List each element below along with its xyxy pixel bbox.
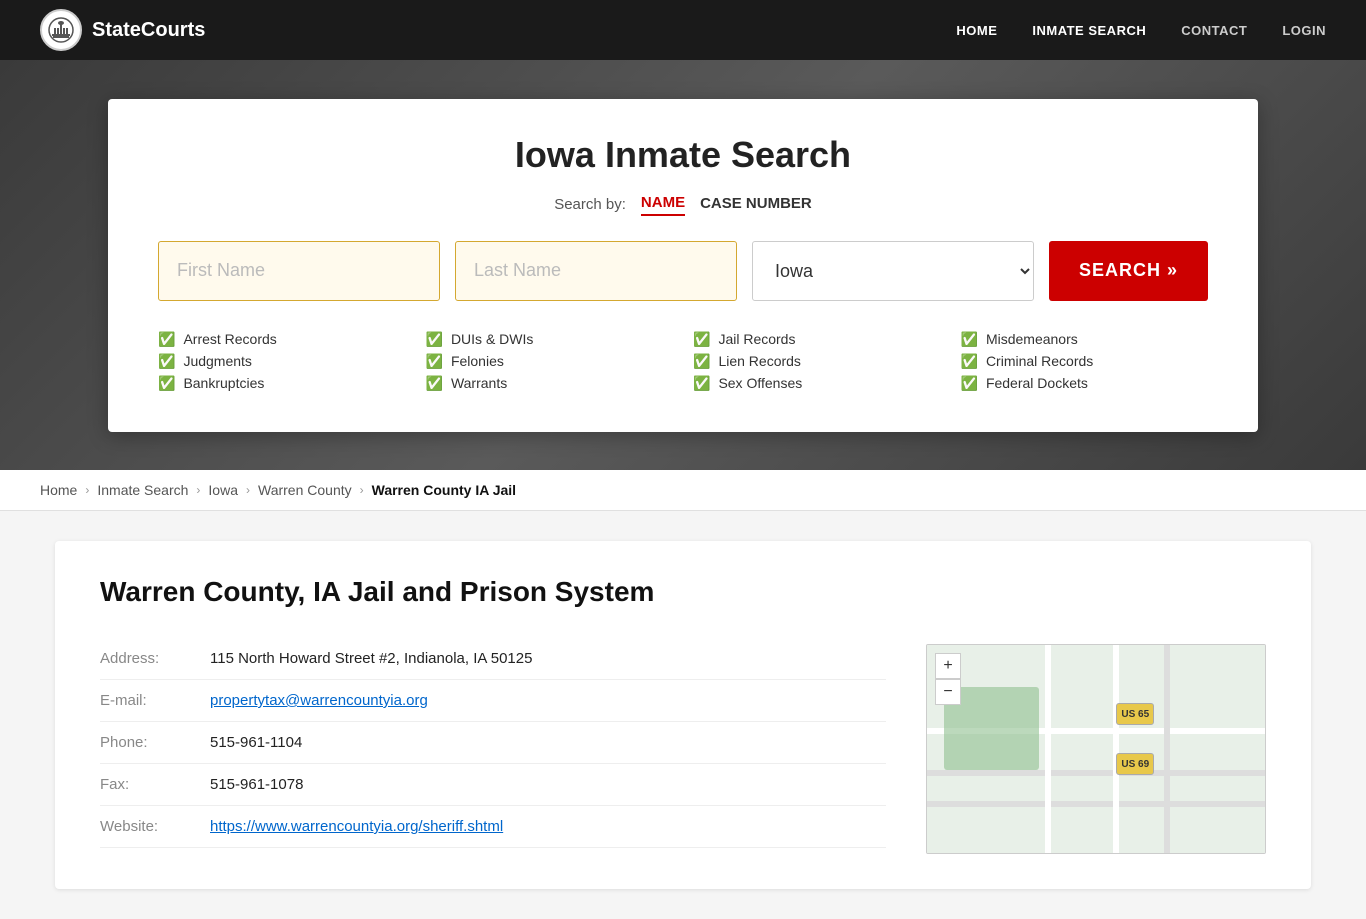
highway-us69: US 69 [1116, 753, 1154, 775]
nav-inmate-search[interactable]: INMATE SEARCH [1032, 23, 1146, 38]
highway-us65: US 65 [1116, 703, 1154, 725]
breadcrumb-warren-county[interactable]: Warren County [258, 482, 352, 498]
main-nav: HOME INMATE SEARCH CONTACT LOGIN [956, 23, 1326, 38]
facility-card: Warren County, IA Jail and Prison System… [55, 541, 1311, 889]
search-button[interactable]: SEARCH » [1049, 241, 1208, 301]
feature-label: Arrest Records [183, 331, 276, 347]
check-icon: ✅ [426, 353, 443, 370]
search-by-label: Search by: [554, 196, 626, 213]
website-link[interactable]: https://www.warrencountyia.org/sheriff.s… [210, 818, 503, 835]
email-link[interactable]: propertytax@warrencountyia.org [210, 692, 428, 709]
feature-sex-offenses: ✅ Sex Offenses [693, 375, 941, 392]
feature-label: Felonies [451, 353, 504, 369]
state-select[interactable]: Iowa Alabama Alaska Arizona California [752, 241, 1034, 301]
feature-criminal-records: ✅ Criminal Records [961, 353, 1209, 370]
fax-value: 515-961-1078 [210, 764, 886, 806]
first-name-input[interactable] [158, 241, 440, 301]
feature-misdemeanors: ✅ Misdemeanors [961, 331, 1209, 348]
map-zoom-in[interactable]: + [935, 653, 961, 679]
last-name-input[interactable] [455, 241, 737, 301]
website-row: Website: https://www.warrencountyia.org/… [100, 806, 886, 848]
check-icon: ✅ [961, 375, 978, 392]
breadcrumb-current: Warren County IA Jail [372, 482, 516, 498]
logo-area: StateCourts [40, 9, 205, 51]
breadcrumb-sep-1: › [85, 483, 89, 497]
info-table: Address: 115 North Howard Street #2, Ind… [100, 638, 886, 848]
phone-label: Phone: [100, 722, 210, 764]
feature-label: Misdemeanors [986, 331, 1078, 347]
email-row: E-mail: propertytax@warrencountyia.org [100, 680, 886, 722]
feature-label: Jail Records [718, 331, 795, 347]
check-icon: ✅ [158, 375, 175, 392]
hero-section: COURTHOUSE Iowa Inmate Search Search by:… [0, 60, 1366, 470]
logo-text: StateCourts [92, 19, 205, 42]
search-title: Iowa Inmate Search [158, 134, 1208, 176]
feature-label: Lien Records [718, 353, 801, 369]
feature-warrants: ✅ Warrants [426, 375, 674, 392]
feature-bankruptcies: ✅ Bankruptcies [158, 375, 406, 392]
map-container: + − US 65 US 69 [926, 644, 1266, 854]
fax-row: Fax: 515-961-1078 [100, 764, 886, 806]
check-icon: ✅ [961, 331, 978, 348]
header: StateCourts HOME INMATE SEARCH CONTACT L… [0, 0, 1366, 60]
feature-label: Judgments [183, 353, 251, 369]
tab-case-number[interactable]: CASE NUMBER [700, 195, 812, 215]
search-by-row: Search by: NAME CASE NUMBER [158, 194, 1208, 216]
feature-felonies: ✅ Felonies [426, 353, 674, 370]
breadcrumb-sep-4: › [360, 483, 364, 497]
check-icon: ✅ [693, 375, 710, 392]
feature-jail-records: ✅ Jail Records [693, 331, 941, 348]
map-zoom-out[interactable]: − [935, 679, 961, 705]
check-icon: ✅ [158, 331, 175, 348]
breadcrumb-inmate-search[interactable]: Inmate Search [97, 482, 188, 498]
feature-label: Sex Offenses [718, 375, 802, 391]
nav-login[interactable]: LOGIN [1282, 23, 1326, 38]
feature-label: Federal Dockets [986, 375, 1088, 391]
address-row: Address: 115 North Howard Street #2, Ind… [100, 638, 886, 680]
breadcrumb-sep-2: › [196, 483, 200, 497]
address-value: 115 North Howard Street #2, Indianola, I… [210, 638, 886, 680]
search-card: Iowa Inmate Search Search by: NAME CASE … [108, 99, 1258, 432]
breadcrumb-home[interactable]: Home [40, 482, 77, 498]
check-icon: ✅ [693, 353, 710, 370]
feature-label: Criminal Records [986, 353, 1093, 369]
facility-info: Warren County, IA Jail and Prison System… [100, 576, 886, 854]
check-icon: ✅ [693, 331, 710, 348]
logo-icon [40, 9, 82, 51]
phone-row: Phone: 515-961-1104 [100, 722, 886, 764]
feature-arrest-records: ✅ Arrest Records [158, 331, 406, 348]
map-controls: + − [935, 653, 961, 705]
check-icon: ✅ [961, 353, 978, 370]
search-fields-row: Iowa Alabama Alaska Arizona California S… [158, 241, 1208, 301]
breadcrumb: Home › Inmate Search › Iowa › Warren Cou… [0, 470, 1366, 511]
check-icon: ✅ [426, 375, 443, 392]
address-label: Address: [100, 638, 210, 680]
feature-label: DUIs & DWIs [451, 331, 533, 347]
website-label: Website: [100, 806, 210, 848]
breadcrumb-sep-3: › [246, 483, 250, 497]
features-grid: ✅ Arrest Records ✅ DUIs & DWIs ✅ Jail Re… [158, 331, 1208, 392]
feature-lien-records: ✅ Lien Records [693, 353, 941, 370]
feature-duis: ✅ DUIs & DWIs [426, 331, 674, 348]
check-icon: ✅ [426, 331, 443, 348]
email-label: E-mail: [100, 680, 210, 722]
content-area: Warren County, IA Jail and Prison System… [0, 511, 1366, 919]
check-icon: ✅ [158, 353, 175, 370]
nav-contact[interactable]: CONTACT [1181, 23, 1247, 38]
website-value: https://www.warrencountyia.org/sheriff.s… [210, 806, 886, 848]
map-mock: + − US 65 US 69 [927, 645, 1265, 853]
feature-judgments: ✅ Judgments [158, 353, 406, 370]
feature-federal-dockets: ✅ Federal Dockets [961, 375, 1209, 392]
email-value: propertytax@warrencountyia.org [210, 680, 886, 722]
breadcrumb-iowa[interactable]: Iowa [208, 482, 238, 498]
phone-value: 515-961-1104 [210, 722, 886, 764]
nav-home[interactable]: HOME [956, 23, 997, 38]
fax-label: Fax: [100, 764, 210, 806]
feature-label: Warrants [451, 375, 507, 391]
feature-label: Bankruptcies [183, 375, 264, 391]
tab-name[interactable]: NAME [641, 194, 685, 216]
facility-title: Warren County, IA Jail and Prison System [100, 576, 886, 608]
